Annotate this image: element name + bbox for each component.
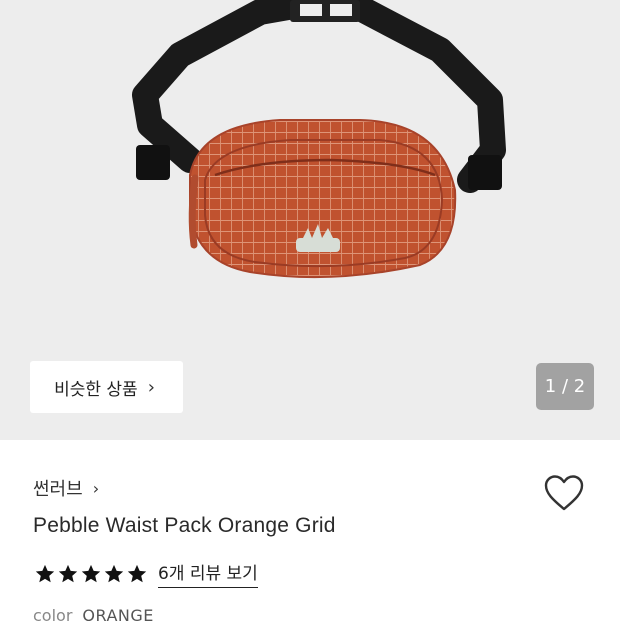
- view-reviews-link[interactable]: 6개 리뷰 보기: [158, 559, 258, 588]
- product-title: Pebble Waist Pack Orange Grid: [33, 514, 336, 537]
- heart-outline-icon[interactable]: [542, 473, 586, 513]
- brand-link[interactable]: 썬러브 ›: [33, 475, 99, 501]
- star-filled-icon: [35, 564, 55, 582]
- color-option: color ORANGE: [33, 606, 154, 625]
- product-image-gallery[interactable]: 비슷한 상품 › 1 / 2: [0, 0, 620, 440]
- rating-row: 6개 리뷰 보기: [34, 559, 258, 588]
- star-rating: [34, 563, 148, 585]
- similar-products-label: 비슷한 상품: [54, 379, 138, 400]
- color-value: ORANGE: [82, 606, 154, 625]
- star-filled-icon: [104, 564, 124, 582]
- image-counter: 1 / 2: [536, 363, 594, 410]
- brand-name: 썬러브: [33, 479, 83, 500]
- star-filled-icon: [58, 564, 78, 582]
- chevron-right-icon: ›: [92, 478, 100, 498]
- color-label: color: [33, 606, 73, 625]
- similar-products-button[interactable]: 비슷한 상품 ›: [30, 361, 183, 413]
- star-filled-icon: [81, 564, 101, 582]
- product-info: 썬러브 › Pebble Waist Pack Orange Grid 6개 리…: [0, 440, 620, 625]
- star-filled-icon: [127, 564, 147, 582]
- chevron-right-icon: ›: [147, 376, 155, 398]
